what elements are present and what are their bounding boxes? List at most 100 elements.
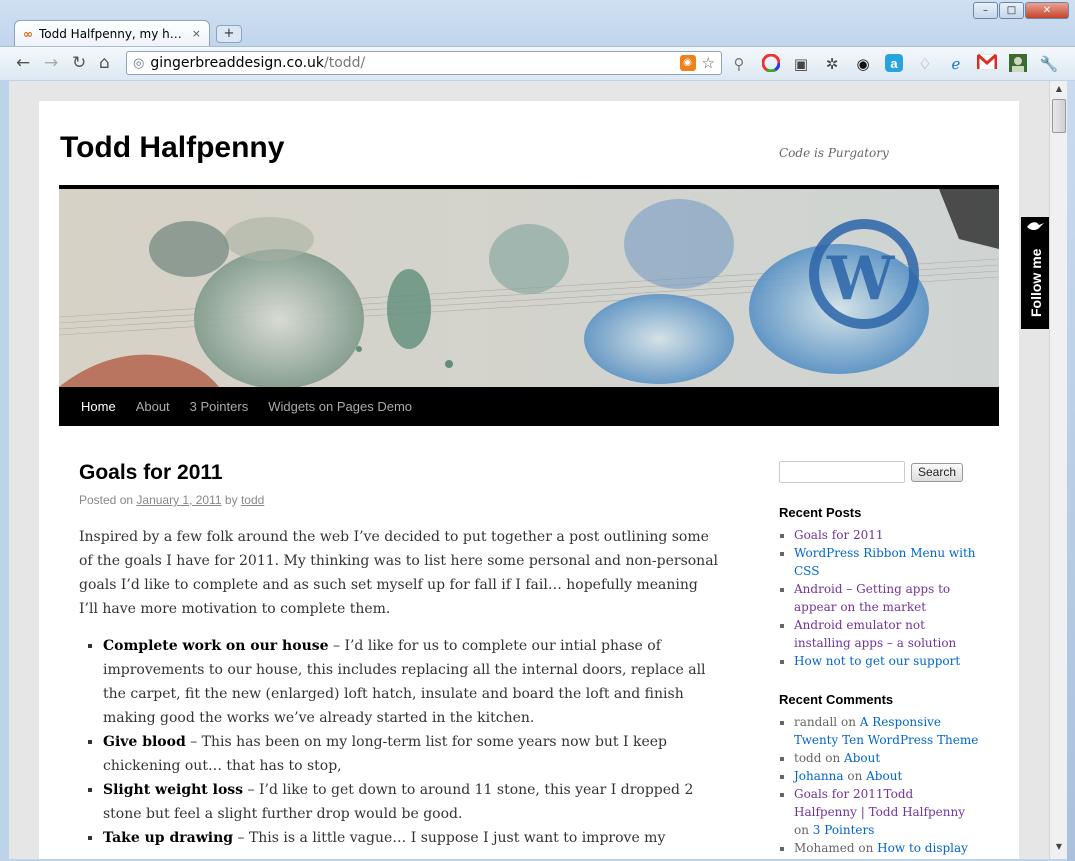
screenshot-icon[interactable]: ▣ [791, 54, 811, 74]
bookmark-star-icon[interactable]: ☆ [702, 54, 715, 72]
post-date-link[interactable]: January 1, 2011 [136, 493, 221, 507]
list-item: Complete work on our house – I’d like fo… [103, 634, 719, 730]
recent-post-link[interactable]: Android – Getting apps to appear on the … [794, 582, 950, 614]
gmail-icon[interactable] [976, 53, 998, 74]
site-favicon-icon: ∞ [23, 26, 33, 41]
window-controls: – □ ✕ [972, 2, 1069, 19]
maximize-button[interactable]: □ [999, 2, 1024, 19]
list-item: Slight weight loss – I’d like to get dow… [103, 778, 719, 826]
site-title[interactable]: Todd Halfpenny [60, 131, 284, 165]
nav-item-3-pointers[interactable]: 3 Pointers [190, 399, 249, 414]
ie-icon[interactable]: ℯ [946, 54, 966, 74]
magnifier-icon[interactable]: ⚲ [729, 54, 749, 74]
comment-author-link[interactable]: Johanna [794, 769, 844, 783]
search-button[interactable]: Search [911, 462, 964, 482]
tab-close-icon[interactable]: × [192, 27, 201, 40]
comment-post-link[interactable]: 3 Pointers [813, 823, 875, 837]
goal-text: – This is a little vague… I suppose I ju… [233, 830, 666, 846]
goal-title: Take up drawing [103, 830, 234, 846]
vertical-scrollbar[interactable]: ▲ ▼ [1049, 81, 1067, 859]
rss-icon[interactable]: ◉ [679, 55, 696, 71]
post-content: Goals for 2011 Posted on January 1, 2011… [79, 461, 719, 850]
by-label: by [224, 493, 238, 507]
back-icon[interactable]: ← [16, 53, 30, 73]
minimize-button[interactable]: – [973, 2, 998, 19]
a-icon[interactable]: a [884, 54, 904, 74]
comment-author-link[interactable]: Goals for 2011Todd Halfpenny | Todd Half… [794, 787, 965, 819]
post-title[interactable]: Goals for 2011 [79, 461, 719, 485]
nav-item-home[interactable]: Home [81, 399, 116, 414]
goals-list: Complete work on our house – I’d like fo… [103, 634, 719, 850]
recent-posts-widget: Recent Posts Goals for 2011 WordPress Ri… [779, 505, 979, 670]
post-body: Inspired by a few folk around the web I’… [79, 525, 719, 850]
list-item: randall on A Responsive Twenty Ten WordP… [794, 713, 979, 749]
recent-comments-title: Recent Comments [779, 692, 894, 707]
goal-text: – This has been on my long-term list for… [103, 734, 667, 774]
close-window-button[interactable]: ✕ [1025, 2, 1069, 19]
page-icon: ◎ [133, 55, 145, 71]
list-item: Android emulator not installing apps – a… [794, 616, 979, 652]
goal-title: Complete work on our house [103, 638, 329, 654]
window-frame-edge [1067, 81, 1075, 861]
posted-on-label: Posted on [79, 493, 134, 507]
page-wrapper: Todd Halfpenny Code is Purgatory W Home … [39, 101, 1019, 859]
list-item: Take up drawing – This is a little vague… [103, 826, 719, 850]
comment-author: Mohamed [794, 841, 855, 855]
tab-title: Todd Halfpenny, my ho... [39, 26, 188, 41]
list-item: Android – Getting apps to appear on the … [794, 580, 979, 616]
comment-on: on [794, 823, 809, 837]
search-input[interactable] [779, 461, 905, 483]
recent-post-link[interactable]: Goals for 2011 [794, 528, 884, 542]
forward-icon[interactable]: → [44, 53, 58, 73]
new-tab-button[interactable]: + [216, 25, 242, 43]
list-item: WordPress Ribbon Menu with CSS [794, 544, 979, 580]
follow-me-tab[interactable]: Follow me [1021, 217, 1050, 329]
bird-icon [1025, 217, 1045, 237]
site-tagline: Code is Purgatory [779, 146, 889, 160]
recent-post-link[interactable]: WordPress Ribbon Menu with CSS [794, 546, 976, 578]
wrench-icon[interactable]: 🔧 [1039, 54, 1059, 74]
comment-post-link[interactable]: About [844, 751, 880, 765]
nav-item-about[interactable]: About [136, 399, 170, 414]
list-item: Mohamed on How to display Widgets inside… [794, 839, 979, 859]
comment-post-link[interactable]: About [866, 769, 902, 783]
url-path: /todd/ [324, 55, 366, 71]
tooth-icon[interactable]: ♢ [915, 54, 935, 74]
post-intro: Inspired by a few folk around the web I’… [79, 529, 719, 617]
recent-post-link[interactable]: Android emulator not installing apps – a… [794, 618, 956, 650]
color-wheel-icon[interactable] [761, 53, 781, 74]
recent-post-link[interactable]: How not to get our support [794, 654, 960, 668]
gear-icon[interactable]: ✲ [822, 54, 842, 74]
post-author-link[interactable]: todd [241, 493, 264, 507]
list-item: How not to get our support [794, 652, 979, 670]
list-item: Goals for 2011 [794, 526, 979, 544]
list-item: todd on About [794, 749, 979, 767]
reload-icon[interactable]: ↻ [72, 53, 86, 73]
list-item: Johanna on About [794, 767, 979, 785]
comment-on: on [825, 751, 841, 765]
address-bar[interactable]: ◎ gingerbreaddesign.co.uk/todd/ ◉ ☆ [126, 51, 722, 75]
url-host: gingerbreaddesign.co.uk [150, 55, 325, 71]
page-viewport: Todd Halfpenny Code is Purgatory W Home … [9, 81, 1049, 859]
record-icon[interactable]: ◉ [853, 54, 873, 74]
nav-item-widgets-demo[interactable]: Widgets on Pages Demo [268, 399, 412, 414]
browser-toolbar: ← → ↻ ⌂ ◎ gingerbreaddesign.co.uk/todd/ … [0, 46, 1075, 80]
post-meta: Posted on January 1, 2011 by todd [79, 493, 719, 507]
comment-author: todd [794, 751, 822, 765]
main-navigation: Home About 3 Pointers Widgets on Pages D… [59, 387, 999, 426]
header-ink-splash-image: W [59, 189, 999, 387]
list-item: Give blood – This has been on my long-te… [103, 730, 719, 778]
follow-me-label: Follow me [1028, 248, 1044, 317]
scroll-down-icon[interactable]: ▼ [1052, 842, 1066, 856]
avatar-icon[interactable] [1008, 54, 1028, 74]
comment-on: on [847, 769, 863, 783]
sidebar: Search Recent Posts Goals for 2011 WordP… [779, 461, 979, 859]
comment-on: on [858, 841, 874, 855]
home-icon[interactable]: ⌂ [99, 53, 110, 73]
svg-text:a: a [890, 56, 898, 71]
comment-on: on [840, 715, 856, 729]
list-item: Goals for 2011Todd Halfpenny | Todd Half… [794, 785, 979, 839]
browser-tab[interactable]: ∞ Todd Halfpenny, my ho... × [14, 20, 210, 46]
scroll-up-icon[interactable]: ▲ [1052, 84, 1066, 98]
scrollbar-thumb[interactable] [1052, 99, 1066, 133]
